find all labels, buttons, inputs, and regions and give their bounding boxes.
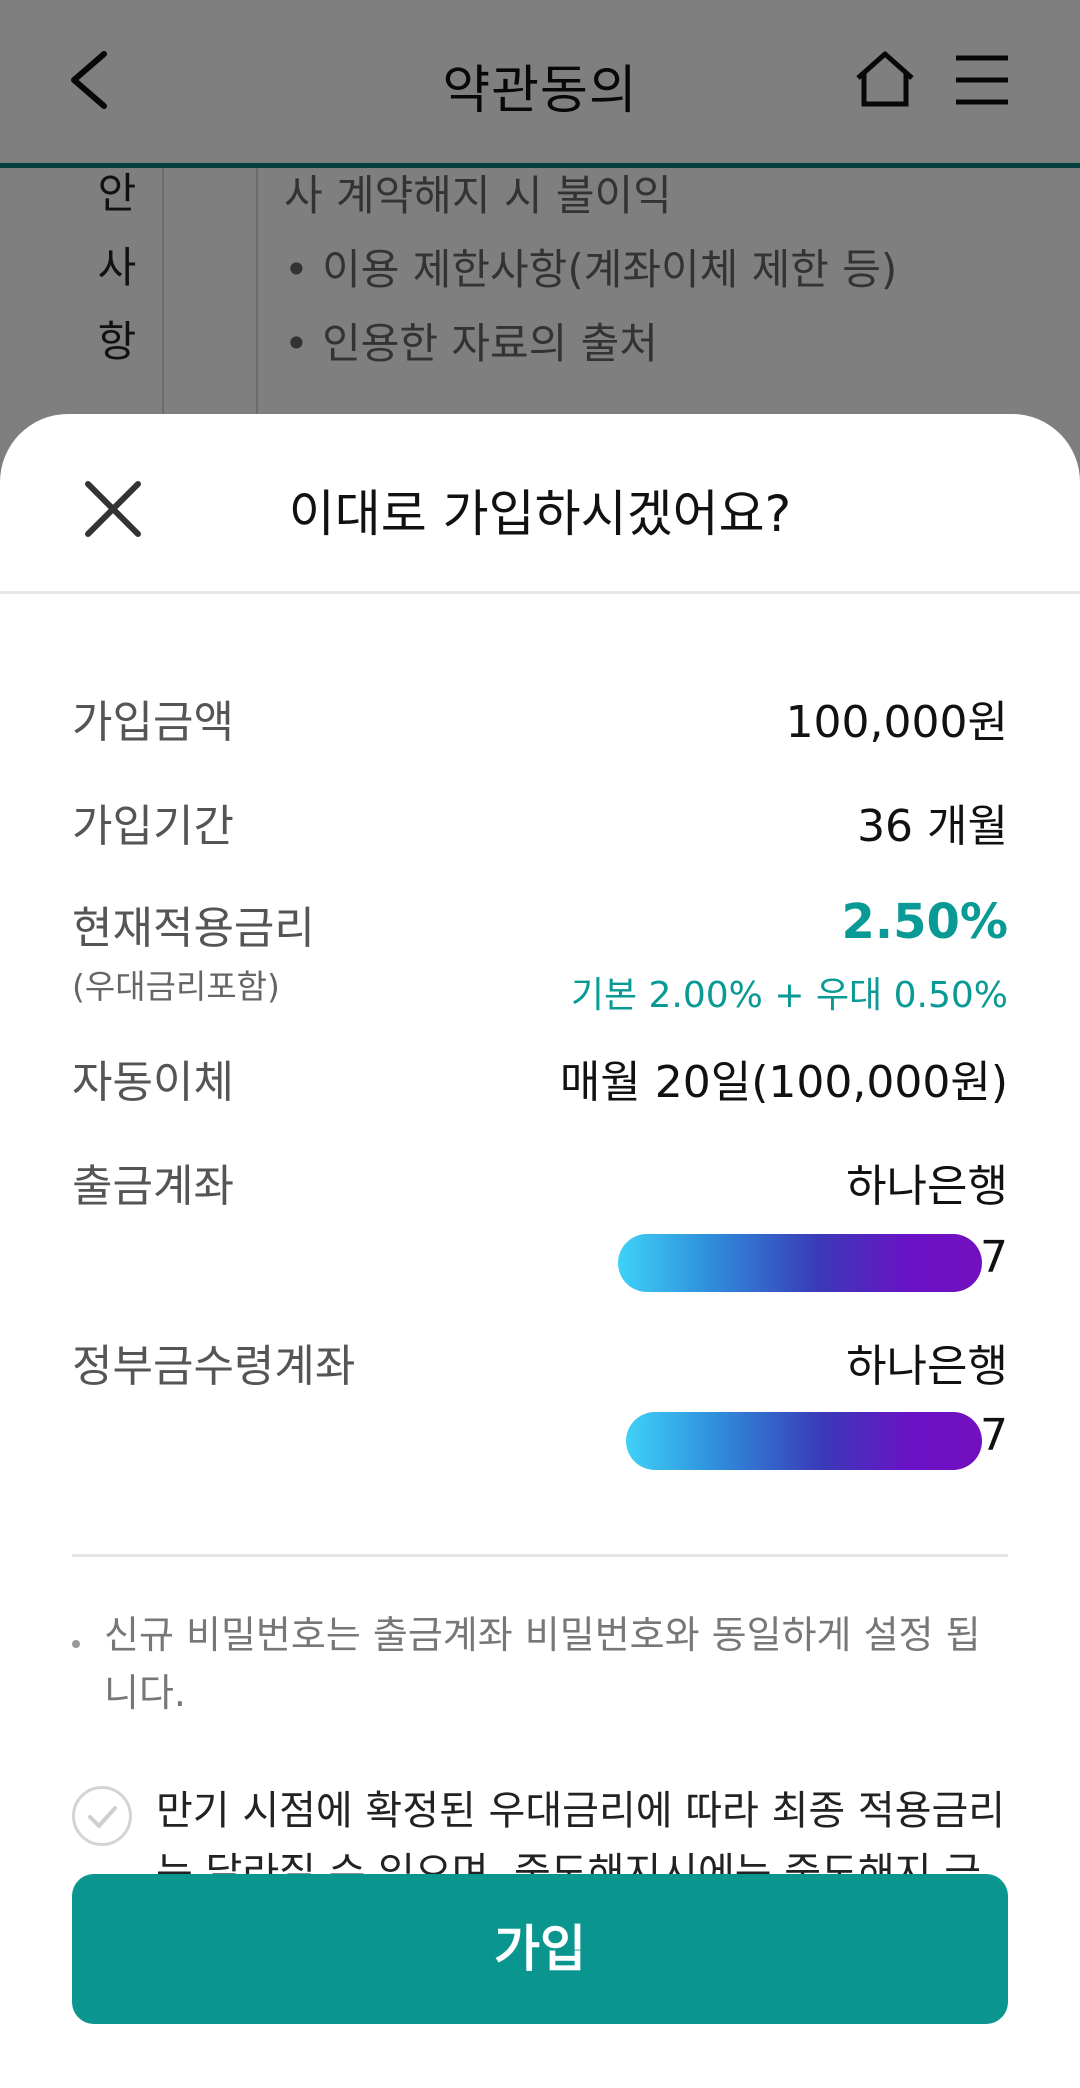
confirm-sheet: 이대로 가입하시겠어요? 가입금액 100,000원 가입기간 36 개월 현재… [0,414,1080,2088]
masked-account-number [626,1412,982,1470]
agreement-text: 만기 시점에 확정된 우대금리에 따라 최종 적용금리는 달라질 수 있으며, … [156,1788,1006,1874]
autotransfer-value: 매월 20일(100,000원) [559,1057,1008,1108]
screen: 약관동의 안 사 항 사 계약해지 시 불이익 • 이용 제한사항(계좌이체 제… [0,0,1080,2088]
agreement-row[interactable]: 만기 시점에 확정된 우대금리에 따라 최종 적용금리는 달라질 수 있으며, … [0,1766,1080,1874]
rate-label: 현재적용금리 [72,903,315,954]
withdraw-account-label: 출금계좌 [72,1161,234,1212]
subsidy-account-tail: 7 [980,1410,1008,1461]
sheet-title: 이대로 가입하시겠어요? [288,485,792,543]
subsidy-account-label: 정부금수령계좌 [72,1341,356,1392]
divider [72,1554,1008,1557]
bullet-dot [72,1640,80,1648]
withdraw-bank: 하나은행 [846,1161,1008,1212]
password-notice: 신규 비밀번호는 출금계좌 비밀번호와 동일하게 설정 됩니다. [104,1613,981,1715]
period-label: 가입기간 [72,801,234,852]
sheet-header: 이대로 가입하시겠어요? [0,414,1080,594]
autotransfer-label: 자동이체 [72,1057,234,1108]
agree-checkbox[interactable] [72,1786,132,1846]
subsidy-bank: 하나은행 [846,1341,1008,1392]
join-button[interactable]: 가입 [72,1874,1008,2024]
rate-sublabel: (우대금리포함) [72,967,280,1006]
amount-value: 100,000원 [785,697,1008,748]
check-icon [88,1806,117,1828]
masked-account-number [618,1234,982,1292]
rate-detail: 기본 2.00% + 우대 0.50% [570,975,1008,1016]
withdraw-account-tail: 7 [980,1232,1008,1283]
period-value: 36 개월 [857,801,1008,852]
amount-label: 가입금액 [72,697,234,748]
rate-value: 2.50% [841,894,1008,950]
